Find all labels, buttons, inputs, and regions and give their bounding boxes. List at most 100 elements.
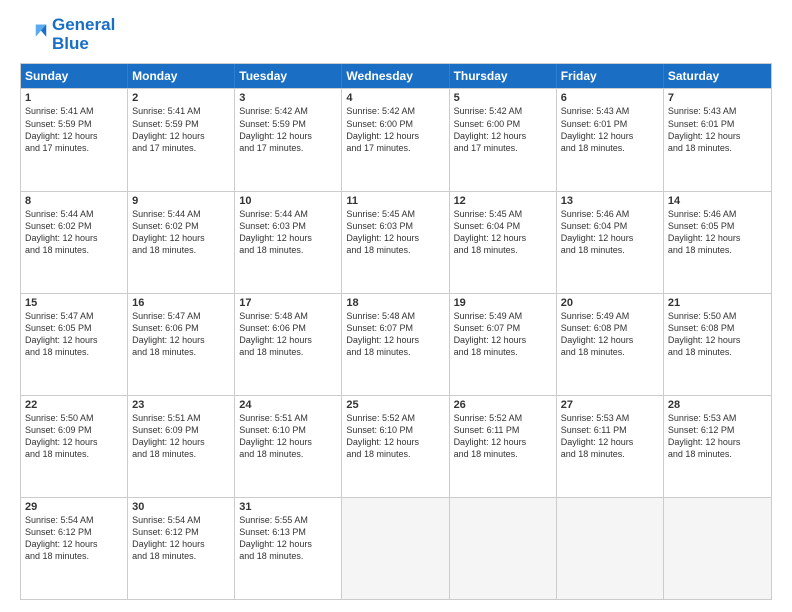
day-info: Sunrise: 5:45 AM Sunset: 6:03 PM Dayligh… [346,208,444,257]
day-number: 11 [346,195,444,207]
day-number: 4 [346,92,444,104]
cal-cell: 1Sunrise: 5:41 AM Sunset: 5:59 PM Daylig… [21,89,128,190]
cal-cell: 13Sunrise: 5:46 AM Sunset: 6:04 PM Dayli… [557,192,664,293]
day-number: 28 [668,399,767,411]
cal-cell [450,498,557,599]
day-number: 18 [346,297,444,309]
page: General Blue SundayMondayTuesdayWednesda… [0,0,792,612]
day-number: 20 [561,297,659,309]
day-number: 26 [454,399,552,411]
day-info: Sunrise: 5:42 AM Sunset: 6:00 PM Dayligh… [454,105,552,154]
cal-cell: 3Sunrise: 5:42 AM Sunset: 5:59 PM Daylig… [235,89,342,190]
cal-cell: 19Sunrise: 5:49 AM Sunset: 6:07 PM Dayli… [450,294,557,395]
cal-cell: 11Sunrise: 5:45 AM Sunset: 6:03 PM Dayli… [342,192,449,293]
day-info: Sunrise: 5:55 AM Sunset: 6:13 PM Dayligh… [239,514,337,563]
day-info: Sunrise: 5:41 AM Sunset: 5:59 PM Dayligh… [132,105,230,154]
cal-cell: 22Sunrise: 5:50 AM Sunset: 6:09 PM Dayli… [21,396,128,497]
day-number: 3 [239,92,337,104]
cal-cell: 18Sunrise: 5:48 AM Sunset: 6:07 PM Dayli… [342,294,449,395]
week-row-2: 8 Sunrise: 5:44 AM Sunset: 6:02 PM Daylig… [21,191,771,293]
header-day-sunday: Sunday [21,64,128,88]
day-info: Sunrise: 5:54 AM Sunset: 6:12 PM Dayligh… [132,514,230,563]
day-info: Sunrise: 5:49 AM Sunset: 6:08 PM Dayligh… [561,310,659,359]
week-row-5: 29Sunrise: 5:54 AM Sunset: 6:12 PM Dayli… [21,497,771,599]
week-row-3: 15Sunrise: 5:47 AM Sunset: 6:05 PM Dayli… [21,293,771,395]
day-number: 14 [668,195,767,207]
day-number: 8 [25,195,123,207]
week-row-4: 22Sunrise: 5:50 AM Sunset: 6:09 PM Dayli… [21,395,771,497]
cal-cell: 24Sunrise: 5:51 AM Sunset: 6:10 PM Dayli… [235,396,342,497]
calendar-body: 1Sunrise: 5:41 AM Sunset: 5:59 PM Daylig… [21,88,771,599]
cal-cell: 7Sunrise: 5:43 AM Sunset: 6:01 PM Daylig… [664,89,771,190]
day-number: 29 [25,501,123,513]
header-day-saturday: Saturday [664,64,771,88]
day-number: 17 [239,297,337,309]
day-number: 7 [668,92,767,104]
cal-cell [342,498,449,599]
day-info: Sunrise: 5:50 AM Sunset: 6:09 PM Dayligh… [25,412,123,461]
calendar-header: SundayMondayTuesdayWednesdayThursdayFrid… [21,64,771,88]
logo: General Blue [20,16,115,53]
cal-cell: 31Sunrise: 5:55 AM Sunset: 6:13 PM Dayli… [235,498,342,599]
day-info: Sunrise: 5:42 AM Sunset: 5:59 PM Dayligh… [239,105,337,154]
day-info: Sunrise: 5:53 AM Sunset: 6:12 PM Dayligh… [668,412,767,461]
header-day-thursday: Thursday [450,64,557,88]
day-info: Sunrise: 5:44 AM Sunset: 6:03 PM Dayligh… [239,208,337,257]
day-number: 10 [239,195,337,207]
day-number: 5 [454,92,552,104]
cal-cell: 30Sunrise: 5:54 AM Sunset: 6:12 PM Dayli… [128,498,235,599]
day-info: Sunrise: 5:52 AM Sunset: 6:11 PM Dayligh… [454,412,552,461]
cal-cell [664,498,771,599]
cal-cell: 14Sunrise: 5:46 AM Sunset: 6:05 PM Dayli… [664,192,771,293]
day-number: 31 [239,501,337,513]
cal-cell: 23Sunrise: 5:51 AM Sunset: 6:09 PM Dayli… [128,396,235,497]
day-info: Sunrise: 5:46 AM Sunset: 6:04 PM Dayligh… [561,208,659,257]
day-info: Sunrise: 5:41 AM Sunset: 5:59 PM Dayligh… [25,105,123,154]
day-number: 13 [561,195,659,207]
day-number: 25 [346,399,444,411]
day-info: Sunrise: 5:46 AM Sunset: 6:05 PM Dayligh… [668,208,767,257]
cal-cell: 28Sunrise: 5:53 AM Sunset: 6:12 PM Dayli… [664,396,771,497]
cal-cell: 4Sunrise: 5:42 AM Sunset: 6:00 PM Daylig… [342,89,449,190]
day-info: Sunrise: 5:48 AM Sunset: 6:06 PM Dayligh… [239,310,337,359]
day-number: 2 [132,92,230,104]
header-day-friday: Friday [557,64,664,88]
day-info: Sunrise: 5:51 AM Sunset: 6:09 PM Dayligh… [132,412,230,461]
header-day-tuesday: Tuesday [235,64,342,88]
day-info: Sunrise: 5:43 AM Sunset: 6:01 PM Dayligh… [561,105,659,154]
day-number: 19 [454,297,552,309]
calendar: SundayMondayTuesdayWednesdayThursdayFrid… [20,63,772,600]
day-number: 15 [25,297,123,309]
cal-cell: 26Sunrise: 5:52 AM Sunset: 6:11 PM Dayli… [450,396,557,497]
cal-cell: 20Sunrise: 5:49 AM Sunset: 6:08 PM Dayli… [557,294,664,395]
cal-cell: 21Sunrise: 5:50 AM Sunset: 6:08 PM Dayli… [664,294,771,395]
header-day-monday: Monday [128,64,235,88]
cal-cell: 17Sunrise: 5:48 AM Sunset: 6:06 PM Dayli… [235,294,342,395]
cal-cell: 12Sunrise: 5:45 AM Sunset: 6:04 PM Dayli… [450,192,557,293]
day-number: 9 [132,195,230,207]
cal-cell: 6Sunrise: 5:43 AM Sunset: 6:01 PM Daylig… [557,89,664,190]
day-number: 23 [132,399,230,411]
day-info: Sunrise: 5:44 AM Sunset: 6:02 PM Dayligh… [132,208,230,257]
day-info: Sunrise: 5:47 AM Sunset: 6:05 PM Dayligh… [25,310,123,359]
cal-cell: 2Sunrise: 5:41 AM Sunset: 5:59 PM Daylig… [128,89,235,190]
day-info: Sunrise: 5:54 AM Sunset: 6:12 PM Dayligh… [25,514,123,563]
day-info: Sunrise: 5:43 AM Sunset: 6:01 PM Dayligh… [668,105,767,154]
day-number: 12 [454,195,552,207]
cal-cell: 29Sunrise: 5:54 AM Sunset: 6:12 PM Dayli… [21,498,128,599]
day-info: Sunrise: 5:52 AM Sunset: 6:10 PM Dayligh… [346,412,444,461]
day-number: 22 [25,399,123,411]
logo-text: General Blue [52,16,115,53]
cal-cell: 5Sunrise: 5:42 AM Sunset: 6:00 PM Daylig… [450,89,557,190]
day-number: 21 [668,297,767,309]
day-info: Sunrise: 5:42 AM Sunset: 6:00 PM Dayligh… [346,105,444,154]
cal-cell: 25Sunrise: 5:52 AM Sunset: 6:10 PM Dayli… [342,396,449,497]
cal-cell: 27Sunrise: 5:53 AM Sunset: 6:11 PM Dayli… [557,396,664,497]
day-info: Sunrise: 5:45 AM Sunset: 6:04 PM Dayligh… [454,208,552,257]
cal-cell: 10Sunrise: 5:44 AM Sunset: 6:03 PM Dayli… [235,192,342,293]
cal-cell: 16Sunrise: 5:47 AM Sunset: 6:06 PM Dayli… [128,294,235,395]
header-day-wednesday: Wednesday [342,64,449,88]
day-number: 24 [239,399,337,411]
logo-icon [20,21,48,49]
day-number: 16 [132,297,230,309]
